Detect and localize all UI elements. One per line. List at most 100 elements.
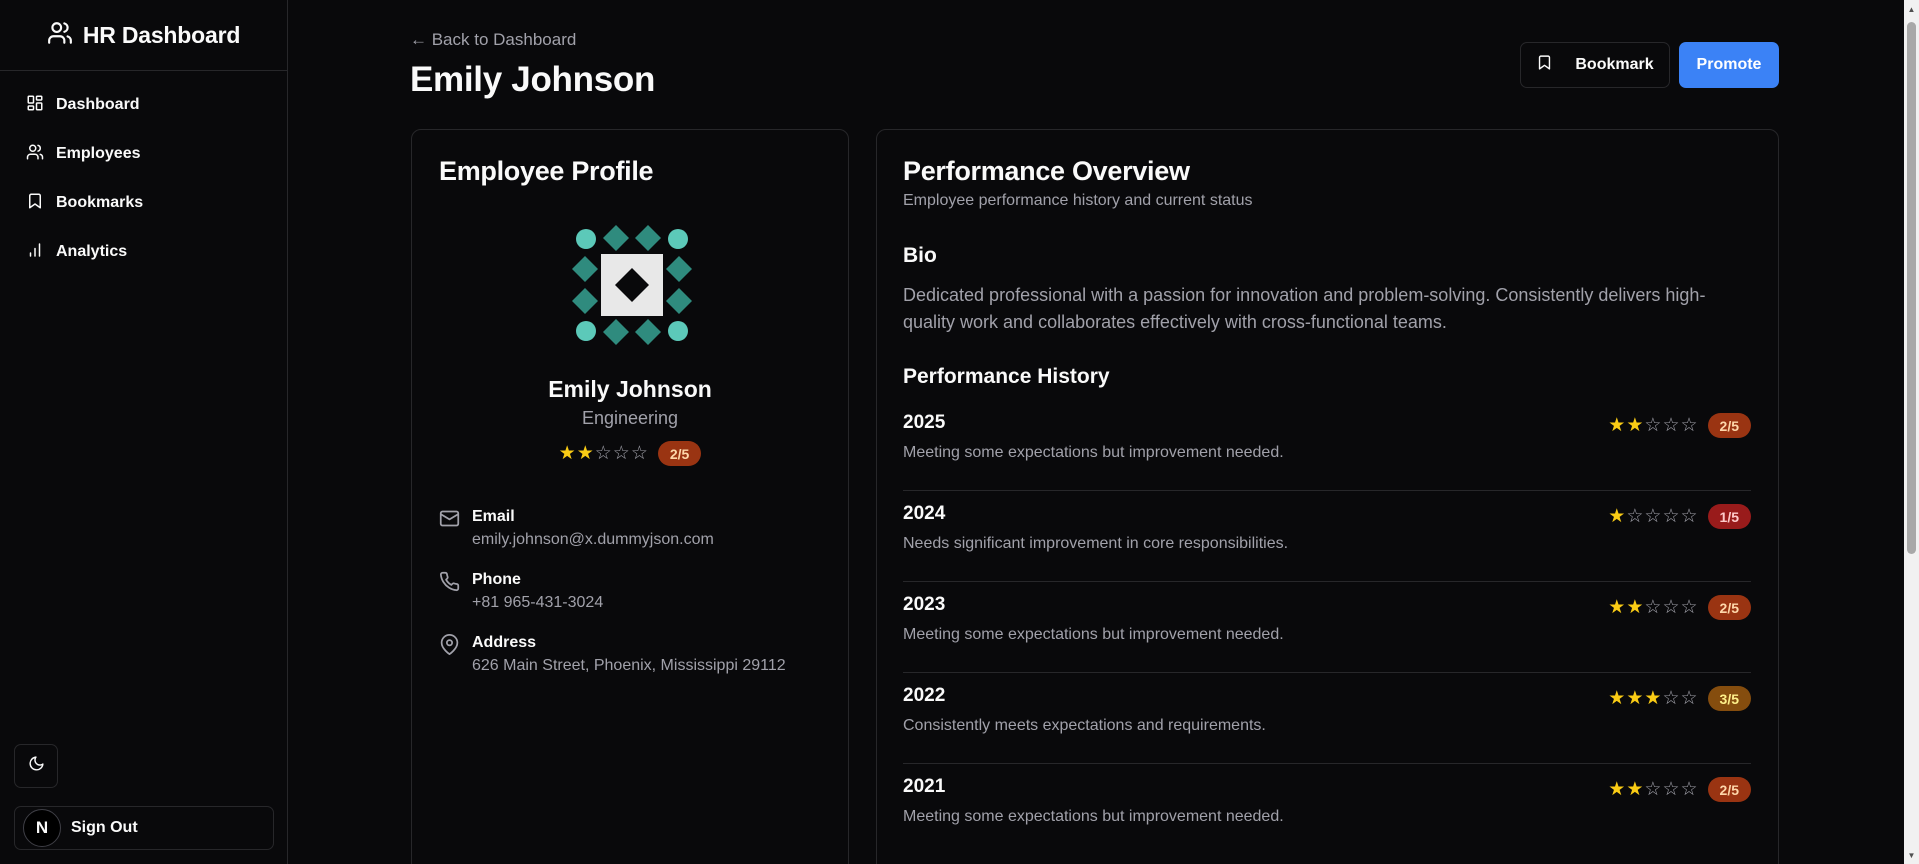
phone-icon (439, 571, 460, 612)
bio-heading: Bio (903, 244, 937, 267)
star-empty-icon: ☆ (1644, 779, 1662, 800)
rating-stars: ★ ☆ ☆ ☆ ☆ (1608, 507, 1697, 526)
performance-history-heading: Performance History (903, 365, 1110, 388)
history-year: 2021 (903, 776, 946, 797)
history-rating: ★ ☆ ☆ ☆ ☆ 1/5 (1608, 504, 1751, 529)
history-year: 2022 (903, 685, 946, 706)
page-scrollbar[interactable]: ▲ ▼ (1904, 0, 1919, 864)
history-description: Meeting some expectations but improvemen… (903, 444, 1284, 461)
employee-avatar (569, 222, 695, 348)
rating-stars: ★ ★ ☆ ☆ ☆ (1608, 780, 1697, 799)
star-filled-icon: ★ (1626, 688, 1644, 709)
history-year: 2025 (903, 412, 946, 433)
profile-card-title: Employee Profile (439, 156, 654, 186)
history-rating: ★ ★ ☆ ☆ ☆ 2/5 (1608, 413, 1751, 438)
star-empty-icon: ☆ (1626, 506, 1644, 527)
star-empty-icon: ☆ (1662, 415, 1680, 436)
sidebar-item-label: Employees (56, 145, 141, 162)
history-row-2023: 2023 Meeting some expectations but impro… (903, 582, 1751, 673)
sidebar-brand[interactable]: HR Dashboard (0, 0, 287, 71)
phone-label: Phone (472, 571, 521, 588)
star-empty-icon: ☆ (1680, 506, 1698, 527)
employee-profile-card: Employee Profile Emily Johnson Engineeri… (411, 129, 849, 864)
users-icon (26, 143, 44, 166)
sidebar-item-analytics[interactable]: Analytics (14, 232, 273, 272)
history-year: 2024 (903, 503, 946, 524)
history-rating: ★ ★ ★ ☆ ☆ 3/5 (1608, 686, 1751, 711)
scroll-down-arrow-icon[interactable]: ▼ (1904, 848, 1919, 862)
star-empty-icon: ☆ (1662, 506, 1680, 527)
star-filled-icon: ★ (1608, 779, 1626, 800)
sidebar-item-label: Dashboard (56, 96, 140, 113)
history-row-2021: 2021 Meeting some expectations but impro… (903, 764, 1751, 855)
layout-dashboard-icon (26, 94, 44, 117)
email-label: Email (472, 508, 515, 525)
scroll-up-arrow-icon[interactable]: ▲ (1904, 2, 1919, 16)
star-empty-icon: ☆ (630, 443, 648, 464)
star-empty-icon: ☆ (612, 443, 630, 464)
history-description: Meeting some expectations but improvemen… (903, 808, 1284, 825)
rating-stars: ★ ★ ★ ☆ ☆ (1608, 689, 1697, 708)
phone-value[interactable]: +81 965-431-3024 (472, 594, 603, 612)
bio-text: Dedicated professional with a passion fo… (903, 285, 1706, 332)
star-empty-icon: ☆ (1680, 415, 1698, 436)
star-filled-icon: ★ (1608, 506, 1626, 527)
star-empty-icon: ☆ (1662, 779, 1680, 800)
history-row-2022: 2022 Consistently meets expectations and… (903, 673, 1751, 764)
app-root: HR Dashboard Dashboard Employees Bookmar… (0, 0, 1919, 864)
rating-badge: 2/5 (1707, 413, 1751, 438)
star-filled-icon: ★ (1608, 688, 1626, 709)
contact-address: Address 626 Main Street, Phoenix, Missis… (439, 634, 786, 675)
star-filled-icon: ★ (558, 443, 576, 464)
address-label: Address (472, 634, 537, 651)
star-filled-icon: ★ (576, 443, 594, 464)
mail-icon (439, 508, 460, 549)
bookmark-button[interactable]: Bookmark (1520, 42, 1670, 88)
performance-card-title: Performance Overview (903, 156, 1190, 186)
address-value: 626 Main Street, Phoenix, Mississippi 29… (472, 657, 786, 674)
contact-phone: Phone +81 965-431-3024 (439, 571, 603, 612)
performance-subtitle: Employee performance history and current… (903, 192, 1253, 209)
star-filled-icon: ★ (1626, 779, 1644, 800)
star-empty-icon: ☆ (1680, 597, 1698, 618)
performance-history-list: 2025 Meeting some expectations but impro… (903, 400, 1751, 855)
sidebar-item-employees[interactable]: Employees (14, 134, 273, 174)
history-rating: ★ ★ ☆ ☆ ☆ 2/5 (1608, 595, 1751, 620)
star-empty-icon: ☆ (594, 443, 612, 464)
sign-out-button[interactable]: N Sign Out (14, 806, 274, 850)
star-empty-icon: ☆ (1662, 688, 1680, 709)
star-filled-icon: ★ (1644, 688, 1662, 709)
brand-title: HR Dashboard (82, 21, 241, 48)
employee-department: Engineering (581, 408, 679, 428)
contact-email: Email emily.johnson@x.dummyjson.com (439, 508, 714, 549)
history-year: 2023 (903, 594, 946, 615)
bar-chart-icon (26, 241, 44, 264)
sign-out-label: Sign Out (71, 819, 138, 836)
history-description: Meeting some expectations but improvemen… (903, 626, 1284, 643)
sidebar-item-dashboard[interactable]: Dashboard (14, 85, 273, 125)
star-filled-icon: ★ (1608, 597, 1626, 618)
bookmark-icon (26, 192, 44, 215)
sidebar-item-label: Analytics (56, 243, 128, 260)
rating-stars: ★ ★ ☆ ☆ ☆ (1608, 598, 1697, 617)
promote-button[interactable]: Promote (1679, 42, 1779, 88)
page-title: Emily Johnson (410, 60, 656, 99)
employee-name: Emily Johnson (548, 376, 712, 402)
back-to-dashboard-link[interactable]: ← Back to Dashboard (410, 30, 576, 50)
map-pin-icon (439, 634, 460, 675)
sidebar-item-bookmarks[interactable]: Bookmarks (14, 183, 273, 223)
history-row-2025: 2025 Meeting some expectations but impro… (903, 400, 1751, 491)
bookmark-label: Bookmark (1575, 56, 1654, 73)
bookmark-icon (1536, 54, 1553, 76)
performance-overview-card: Performance Overview Employee performanc… (876, 129, 1779, 864)
employee-rating: ★ ★ ☆ ☆ ☆ 2/5 (412, 441, 848, 466)
rating-badge: 2/5 (657, 441, 702, 466)
rating-stars: ★ ★ ☆ ☆ ☆ (1608, 416, 1697, 435)
star-filled-icon: ★ (1626, 597, 1644, 618)
rating-badge: 2/5 (1707, 595, 1751, 620)
scrollbar-thumb[interactable] (1907, 22, 1916, 554)
email-value[interactable]: emily.johnson@x.dummyjson.com (472, 531, 714, 549)
theme-toggle-button[interactable] (14, 744, 58, 788)
avatar: N (23, 809, 61, 847)
history-rating: ★ ★ ☆ ☆ ☆ 2/5 (1608, 777, 1751, 802)
